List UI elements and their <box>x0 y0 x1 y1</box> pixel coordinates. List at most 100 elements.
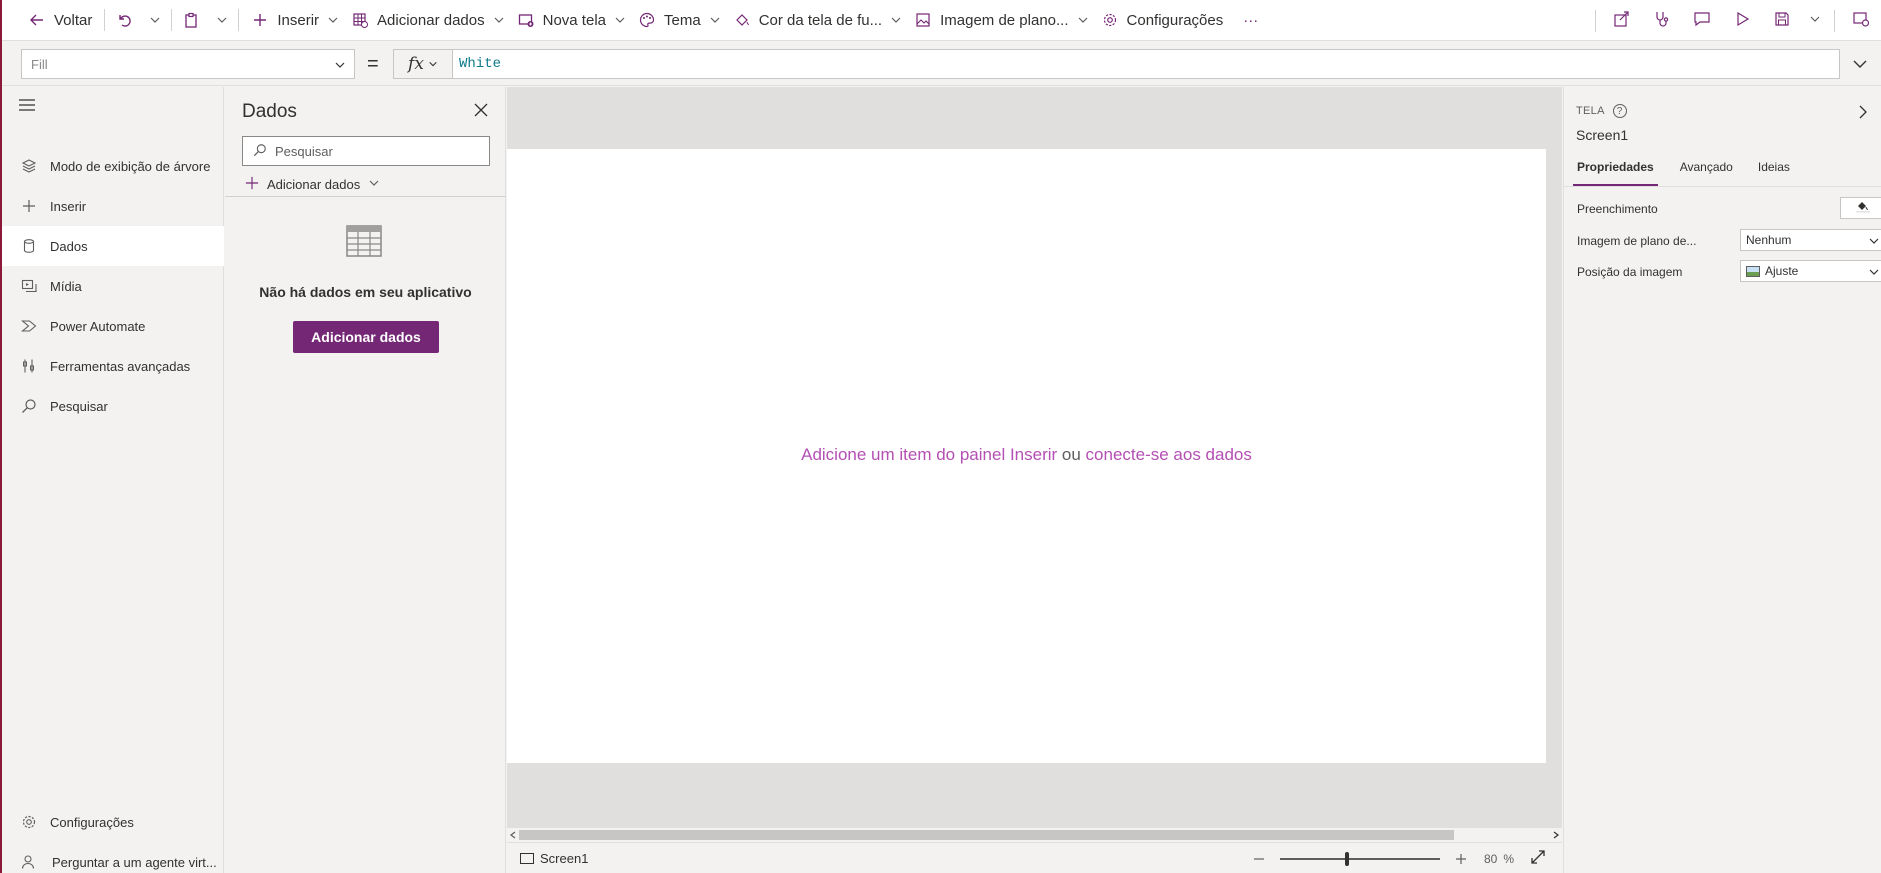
toolbar-divider <box>1595 9 1596 32</box>
background-image-button[interactable]: Imagem de plano... <box>908 0 1094 41</box>
nav-tree-view[interactable]: Modo de exibição de árvore <box>2 146 224 186</box>
more-button[interactable]: ··· <box>1229 0 1272 41</box>
publish-button[interactable] <box>1841 0 1881 41</box>
paste-dropdown[interactable] <box>204 0 232 41</box>
back-button[interactable]: Voltar <box>22 0 98 41</box>
command-bar: Voltar Inserir Adicionar dados Nova tela… <box>2 0 1881 41</box>
nav-settings[interactable]: Configurações <box>2 802 224 842</box>
chevron-down-icon <box>1851 55 1869 76</box>
media-icon <box>20 277 38 295</box>
toolbar-divider <box>171 9 173 31</box>
nav-label: Ferramentas avançadas <box>50 358 191 374</box>
chevron-right-icon <box>1857 104 1869 123</box>
hamburger-menu-button[interactable] <box>18 98 38 114</box>
chevron-down-icon <box>334 59 346 74</box>
nav-power-automate[interactable]: Power Automate <box>2 306 224 346</box>
gear-icon <box>1101 11 1119 29</box>
data-search-box[interactable] <box>242 136 490 166</box>
nav-media[interactable]: Mídia <box>2 266 224 306</box>
screen-canvas[interactable]: Adicione um item do painel Inserir ou co… <box>507 149 1546 763</box>
property-value: Fill <box>31 56 48 72</box>
left-nav: Modo de exibição de árvore Inserir Dados… <box>2 87 224 873</box>
add-data-link[interactable]: Adicionar dados <box>245 173 380 195</box>
scroll-left-icon[interactable] <box>507 828 519 842</box>
toolbar-divider <box>238 9 240 31</box>
share-button[interactable] <box>1602 0 1642 41</box>
tools-icon <box>20 357 38 375</box>
app-checker-button[interactable] <box>1642 0 1682 41</box>
nav-label: Inserir <box>50 198 87 214</box>
zoom-slider[interactable] <box>1279 849 1440 869</box>
new-screen-button[interactable]: Nova tela <box>511 0 632 41</box>
expand-formula-button[interactable] <box>1848 53 1872 77</box>
horizontal-scrollbar[interactable] <box>507 828 1562 842</box>
preview-button[interactable] <box>1722 0 1762 41</box>
more-label: ··· <box>1243 11 1259 29</box>
background-color-button[interactable]: Cor da tela de fu... <box>727 0 908 41</box>
nav-data[interactable]: Dados <box>2 226 224 266</box>
formula-input[interactable]: White <box>452 49 1840 79</box>
comments-button[interactable] <box>1682 0 1722 41</box>
chevron-down-icon <box>614 14 626 26</box>
status-bar: Screen1 80 % <box>507 842 1562 873</box>
image-position-value: Ajuste <box>1765 264 1799 278</box>
paste-button[interactable] <box>178 0 204 41</box>
gear-icon <box>20 813 38 831</box>
zoom-slider-handle[interactable] <box>1344 851 1349 866</box>
theme-button[interactable]: Tema <box>632 0 727 41</box>
data-search-input[interactable] <box>275 143 475 159</box>
help-icon[interactable]: ? <box>1612 104 1627 118</box>
save-button[interactable] <box>1762 0 1802 41</box>
function-button[interactable]: fx <box>393 49 453 79</box>
toolbar-divider <box>1834 9 1835 32</box>
collapse-panel-button[interactable] <box>1854 104 1872 122</box>
chevron-down-icon <box>1077 14 1089 26</box>
table-icon <box>346 225 382 257</box>
undo-dropdown[interactable] <box>137 0 165 41</box>
tab-properties[interactable]: Propriedades <box>1573 160 1658 186</box>
properties-panel: TELA ? Screen1 Propriedades Avançado Ide… <box>1563 87 1881 873</box>
tab-advanced[interactable]: Avançado <box>1658 160 1746 186</box>
app-root: Voltar Inserir Adicionar dados Nova tela… <box>0 0 1881 873</box>
share-icon <box>1613 10 1631 31</box>
nav-insert[interactable]: Inserir <box>2 186 224 226</box>
fx-label: fx <box>408 54 424 74</box>
power-automate-icon <box>20 317 38 335</box>
screen-icon <box>520 852 534 864</box>
panel-divider <box>225 196 506 197</box>
add-data-button[interactable]: Adicionar dados <box>345 0 511 41</box>
nav-virtual-agent[interactable]: Perguntar a um agente virt... <box>2 842 224 873</box>
close-panel-button[interactable] <box>471 101 491 121</box>
insert-button[interactable]: Inserir <box>245 0 345 41</box>
settings-button[interactable]: Configurações <box>1095 0 1230 41</box>
add-data-label: Adicionar dados <box>377 11 485 29</box>
chevron-down-icon <box>428 54 438 74</box>
publish-icon <box>1852 10 1870 31</box>
screen-selector[interactable]: Screen1 <box>520 851 588 866</box>
chevron-down-icon <box>493 14 505 26</box>
zoom-out-button[interactable] <box>1246 843 1272 873</box>
property-dropdown[interactable]: Fill <box>21 49 355 79</box>
nav-label: Power Automate <box>50 318 146 334</box>
undo-button[interactable] <box>111 0 137 41</box>
background-image-dropdown[interactable]: Nenhum <box>1740 229 1881 251</box>
nav-label: Modo de exibição de árvore <box>50 158 211 174</box>
insert-label: Inserir <box>277 11 320 29</box>
nav-label: Mídia <box>50 278 82 294</box>
insert-pane-link[interactable]: Adicione um item do painel Inserir <box>801 445 1057 464</box>
connect-data-link[interactable]: conecte-se aos dados <box>1086 445 1252 464</box>
fit-to-window-button[interactable] <box>1526 843 1550 873</box>
search-icon <box>20 397 38 415</box>
nav-search[interactable]: Pesquisar <box>2 386 224 426</box>
save-dropdown[interactable] <box>1802 0 1828 41</box>
scrollbar-thumb[interactable] <box>519 830 1454 840</box>
tab-ideas[interactable]: Ideias <box>1746 160 1803 186</box>
fill-color-picker[interactable] <box>1840 197 1881 219</box>
control-type: TELA ? <box>1576 104 1627 118</box>
nav-advanced-tools[interactable]: Ferramentas avançadas <box>2 346 224 386</box>
plus-icon <box>245 176 259 193</box>
scroll-right-icon[interactable] <box>1550 828 1562 842</box>
image-position-dropdown[interactable]: Ajuste <box>1740 260 1881 282</box>
add-data-button[interactable]: Adicionar dados <box>293 321 439 353</box>
zoom-in-button[interactable] <box>1448 843 1474 873</box>
